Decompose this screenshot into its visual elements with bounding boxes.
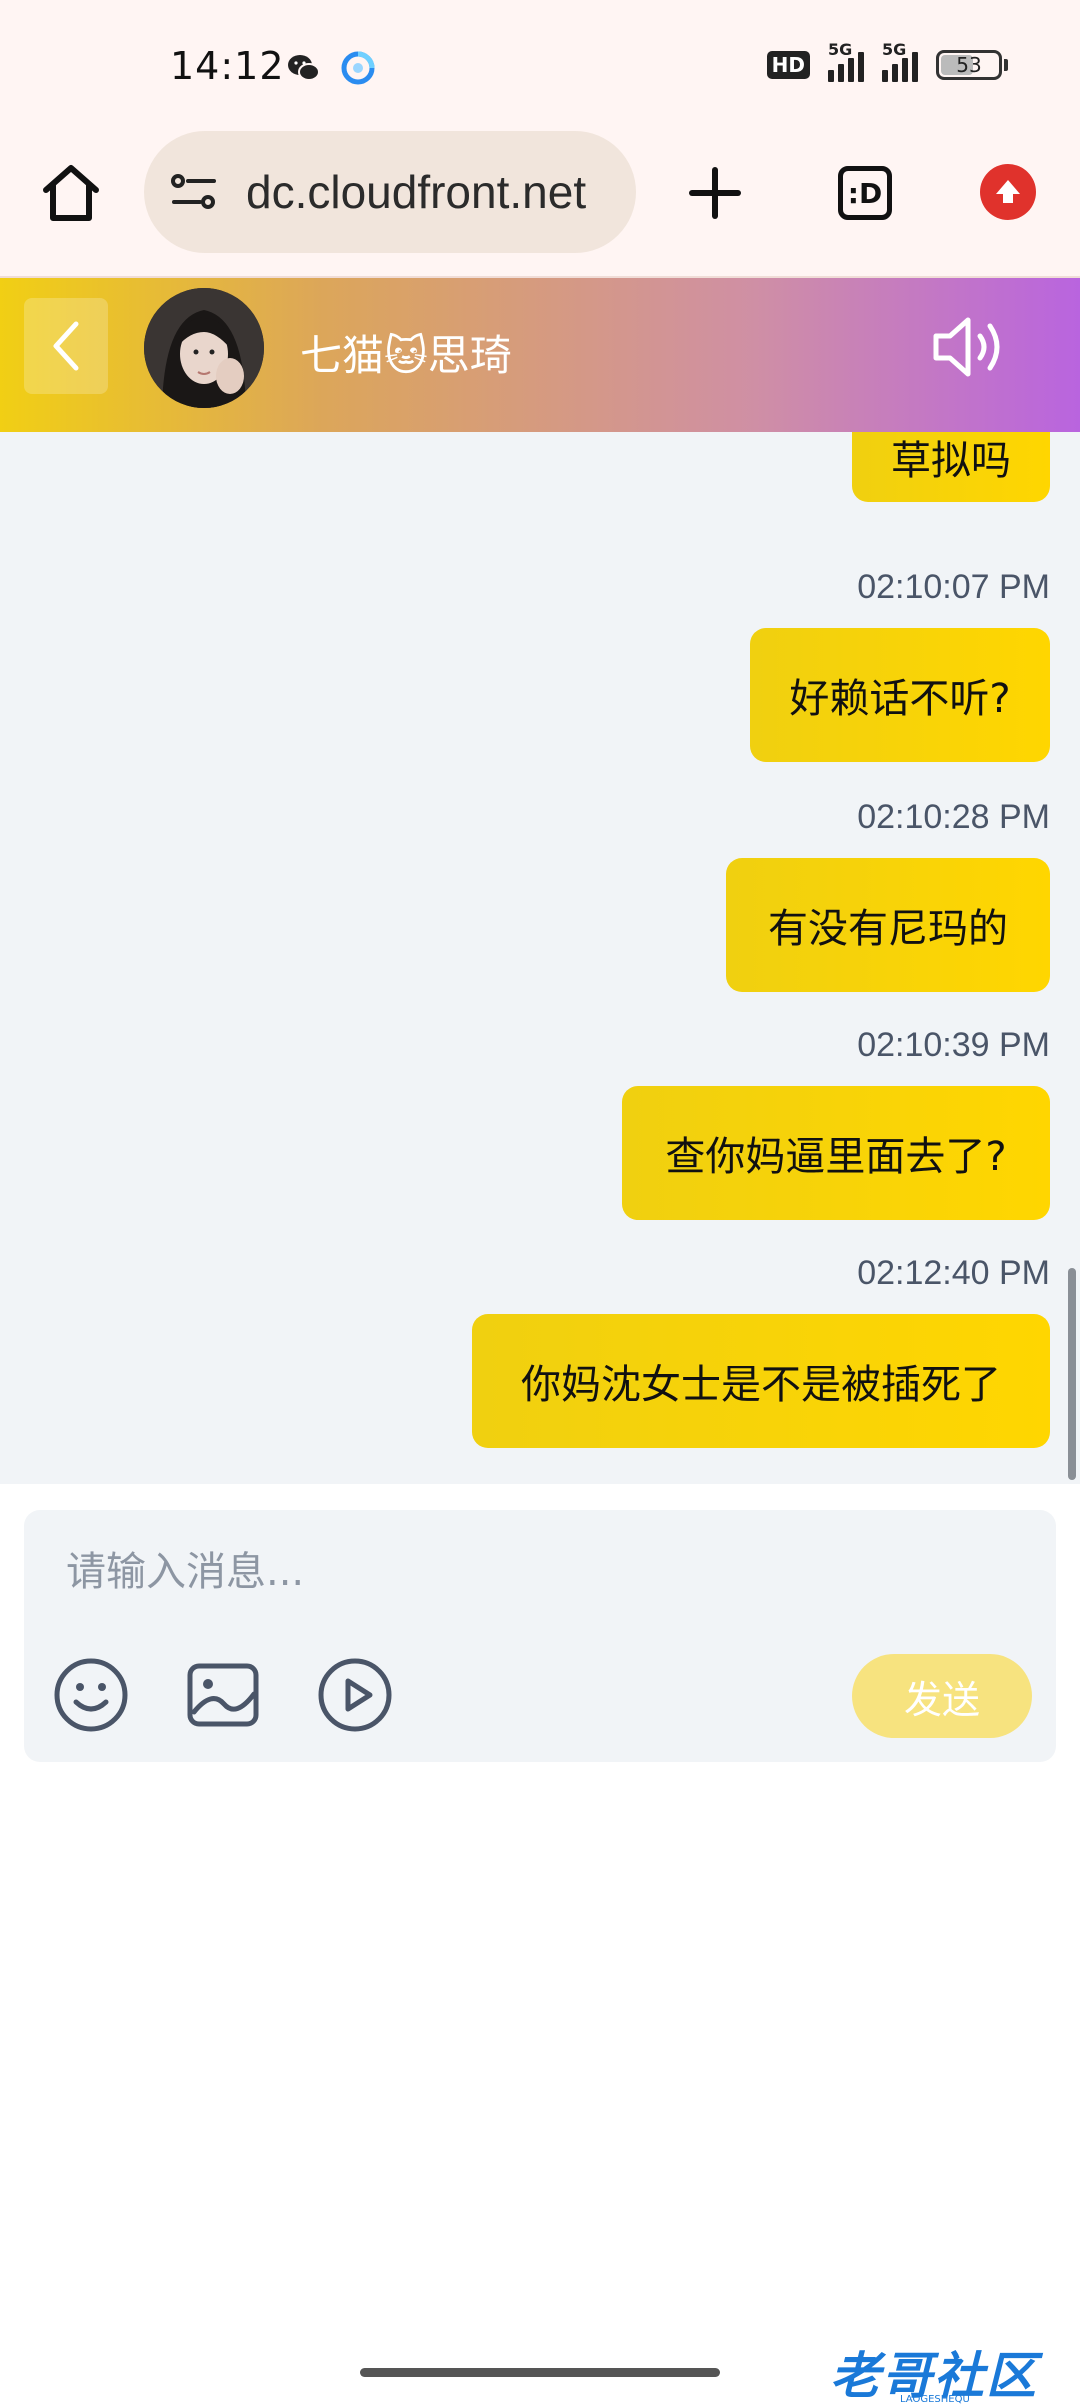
- speaker-icon[interactable]: [930, 312, 1010, 382]
- status-time: 14:12: [170, 44, 285, 88]
- message-input[interactable]: [44, 1524, 1034, 1620]
- emoji-icon[interactable]: [52, 1656, 130, 1734]
- hd-badge: HD: [766, 51, 810, 79]
- url-text: dc.cloudfront.net: [246, 166, 587, 218]
- back-icon: [53, 321, 79, 371]
- address-bar[interactable]: dc.cloudfront.net: [144, 131, 636, 253]
- message-bubble[interactable]: 好赖话不听?: [750, 628, 1050, 762]
- back-button[interactable]: [24, 298, 108, 394]
- battery-level: 53: [956, 53, 982, 77]
- video-icon[interactable]: [316, 1656, 394, 1734]
- home-icon[interactable]: [36, 158, 106, 228]
- send-button[interactable]: 发送: [852, 1654, 1032, 1738]
- plus-icon[interactable]: [680, 158, 750, 228]
- browser-toolbar: dc.cloudfront.net :D: [0, 128, 1080, 278]
- message-timestamp: 02:10:28 PM: [857, 798, 1050, 836]
- status-bar: 14:12 HD 5G 5G 53: [0, 0, 1080, 128]
- status-indicators: HD 5G 5G 53: [766, 40, 1008, 82]
- wechat-icon: [288, 55, 320, 81]
- image-icon[interactable]: [184, 1656, 262, 1734]
- update-icon[interactable]: [980, 164, 1036, 220]
- message-bubble[interactable]: 有没有尼玛的: [726, 858, 1050, 992]
- battery-icon: 53: [936, 50, 1008, 80]
- chat-header: 七猫🐱思琦: [0, 278, 1080, 432]
- signal-icon: 5G: [828, 40, 864, 82]
- home-indicator[interactable]: [360, 2368, 720, 2377]
- site-settings-icon[interactable]: [168, 166, 220, 218]
- signal-icon: 5G: [882, 40, 918, 82]
- composer: 发送: [24, 1510, 1056, 1762]
- message-bubble[interactable]: 查你妈逼里面去了?: [622, 1086, 1050, 1220]
- avatar[interactable]: [144, 288, 264, 408]
- contact-name: 七猫🐱思琦: [300, 331, 512, 380]
- browser-app-icon: [341, 51, 375, 85]
- message-timestamp: 02:12:40 PM: [857, 1254, 1050, 1292]
- message-list[interactable]: 草拟吗 02:10:07 PM 好赖话不听? 02:10:28 PM 有没有尼玛…: [0, 432, 1080, 1484]
- tabs-label: :D: [847, 176, 883, 210]
- message-bubble[interactable]: 草拟吗: [852, 432, 1050, 502]
- tabs-icon[interactable]: :D: [838, 166, 892, 220]
- message-bubble[interactable]: 你妈沈女士是不是被插死了: [472, 1314, 1050, 1448]
- scrollbar[interactable]: [1068, 1268, 1076, 1480]
- message-timestamp: 02:10:39 PM: [857, 1026, 1050, 1064]
- message-timestamp: 02:10:07 PM: [857, 568, 1050, 606]
